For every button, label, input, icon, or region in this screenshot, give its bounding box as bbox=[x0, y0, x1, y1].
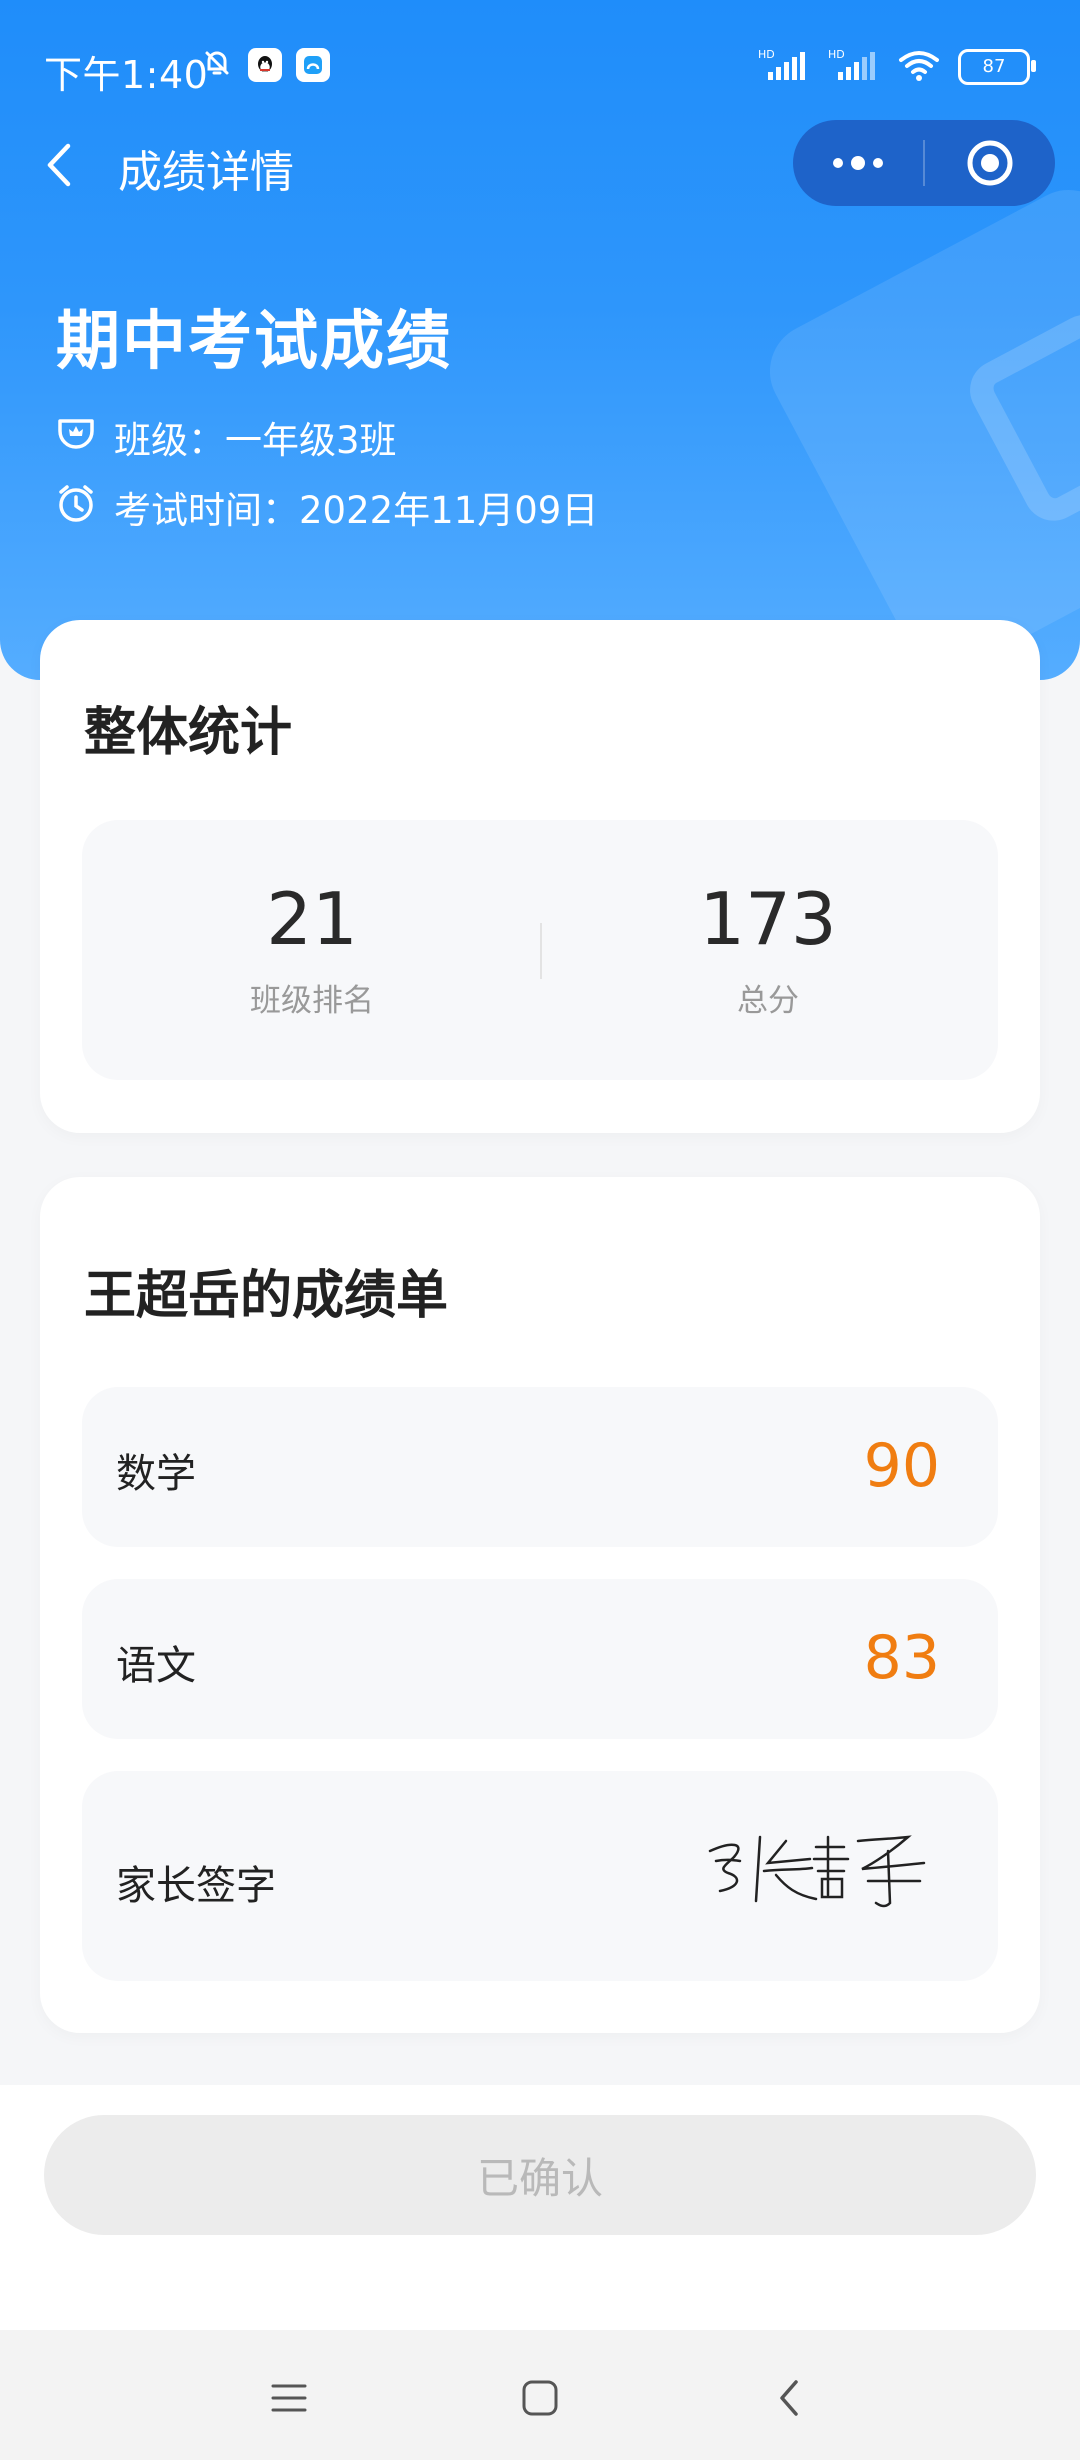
total-score-label: 总分 bbox=[737, 983, 799, 1020]
confirm-area: 已确认 bbox=[0, 2085, 1080, 2330]
subject-score: 90 bbox=[863, 1431, 940, 1501]
class-rank-label: 班级排名 bbox=[250, 983, 374, 1020]
status-time: 下午1:40 bbox=[44, 53, 209, 97]
class-rank-stat: 21 班级排名 bbox=[82, 877, 542, 1020]
signal-icon: HD bbox=[758, 46, 810, 88]
silent-bell-icon bbox=[200, 46, 234, 84]
total-score-stat: 173 总分 bbox=[538, 877, 998, 1020]
subject-score: 83 bbox=[863, 1623, 940, 1693]
close-mini-program-button[interactable] bbox=[925, 120, 1055, 206]
nav-back-button[interactable] bbox=[760, 2368, 820, 2428]
signal-hd-label-2: HD bbox=[828, 48, 845, 61]
app-watermark bbox=[753, 173, 1080, 680]
class-badge-icon bbox=[54, 411, 98, 464]
exam-time-label: 考试时间：2022年11月09日 bbox=[114, 489, 599, 532]
signal-icon-2: HD bbox=[828, 46, 880, 88]
overall-stats-title: 整体统计 bbox=[84, 703, 293, 763]
system-nav-bar bbox=[0, 2330, 1080, 2460]
more-dots-icon bbox=[833, 156, 883, 170]
page-title: 成绩详情 bbox=[118, 147, 294, 198]
app-notify-icon bbox=[296, 48, 330, 82]
class-rank-value: 21 bbox=[266, 877, 358, 961]
status-left-icons bbox=[200, 46, 330, 84]
parent-signature-row: 家长签字 bbox=[82, 1771, 998, 1981]
mini-program-capsule bbox=[793, 120, 1055, 206]
alarm-clock-icon bbox=[54, 481, 98, 534]
nav-home-button[interactable] bbox=[510, 2368, 570, 2428]
battery-icon: 87 bbox=[958, 49, 1036, 85]
report-card: 王超岳的成绩单 数学 90 语文 83 家长签字 bbox=[40, 1177, 1040, 2033]
chevron-left-icon bbox=[47, 143, 71, 187]
target-close-icon bbox=[967, 140, 1013, 186]
status-right-icons: HD HD 87 bbox=[758, 46, 1036, 88]
subject-row-math: 数学 90 bbox=[82, 1387, 998, 1547]
menu-icon bbox=[271, 2384, 307, 2412]
exam-time-row: 考试时间：2022年11月09日 bbox=[54, 480, 598, 534]
back-icon bbox=[780, 2380, 798, 2416]
handwritten-signature bbox=[708, 1835, 926, 1908]
qq-icon bbox=[248, 48, 282, 82]
wifi-icon bbox=[898, 48, 940, 86]
stats-box: 21 班级排名 173 总分 bbox=[82, 820, 998, 1080]
parent-signature-label: 家长签字 bbox=[116, 1863, 276, 1909]
report-title: 王超岳的成绩单 bbox=[84, 1266, 449, 1326]
battery-level: 87 bbox=[982, 56, 1006, 77]
status-bar: 下午1:40 HD HD 87 bbox=[0, 0, 1080, 135]
home-icon bbox=[522, 2380, 558, 2416]
class-info-row: 班级：一年级3班 bbox=[54, 410, 397, 464]
overall-stats-card: 整体统计 21 班级排名 173 总分 bbox=[40, 620, 1040, 1133]
subject-name: 语文 bbox=[116, 1643, 196, 1689]
back-button[interactable] bbox=[40, 140, 80, 190]
confirm-button[interactable]: 已确认 bbox=[44, 2115, 1036, 2235]
subject-row-chinese: 语文 83 bbox=[82, 1579, 998, 1739]
exam-title: 期中考试成绩 bbox=[56, 305, 452, 379]
hero-header: 下午1:40 HD HD 87 成绩详情 期中考试成绩 班级：一年级3班 考试时… bbox=[0, 0, 1080, 680]
title-bar: 成绩详情 bbox=[0, 120, 1080, 210]
class-label: 班级：一年级3班 bbox=[114, 419, 397, 462]
signal-hd-label: HD bbox=[758, 48, 775, 61]
subject-name: 数学 bbox=[116, 1451, 196, 1497]
total-score-value: 173 bbox=[699, 877, 837, 961]
nav-menu-button[interactable] bbox=[259, 2368, 319, 2428]
more-button[interactable] bbox=[793, 120, 923, 206]
